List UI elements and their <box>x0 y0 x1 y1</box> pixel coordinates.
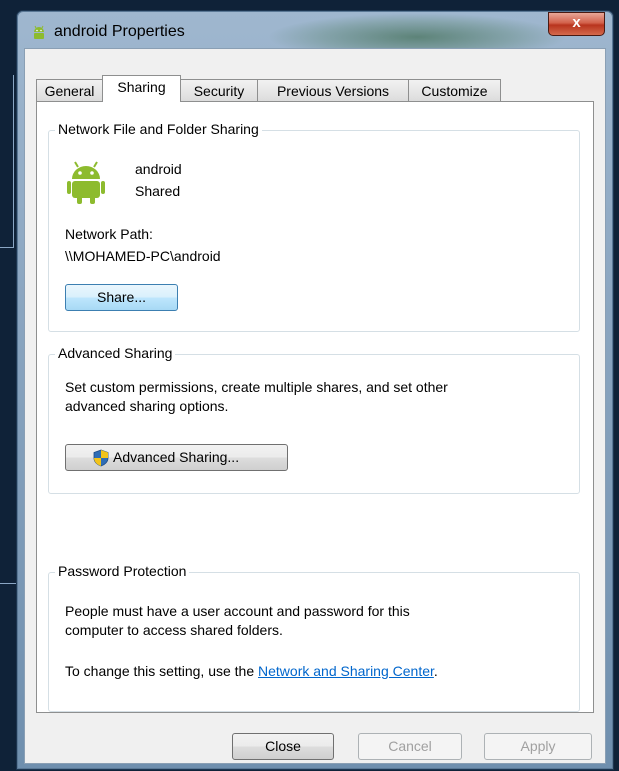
group-title: Advanced Sharing <box>55 345 176 361</box>
password-protection-group: Password Protection People must have a u… <box>48 563 580 712</box>
close-button[interactable]: Close <box>232 733 334 760</box>
group-title: Password Protection <box>55 563 190 579</box>
advanced-sharing-description: advanced sharing options. <box>65 398 229 414</box>
properties-window: android Properties x General Sharing Sec… <box>16 10 614 770</box>
advanced-sharing-group: Advanced Sharing Set custom permissions,… <box>48 345 580 494</box>
android-folder-icon <box>34 25 44 39</box>
close-icon: x <box>572 14 581 31</box>
password-protection-description: People must have a user account and pass… <box>65 603 410 619</box>
annotation-line <box>0 75 14 248</box>
title-bar-glass <box>267 13 567 53</box>
share-button[interactable]: Share... <box>65 284 178 311</box>
share-status: Shared <box>135 183 181 199</box>
close-window-button[interactable]: x <box>548 12 605 36</box>
network-path-value: \\MOHAMED-PC\android <box>65 248 221 264</box>
dialog-client-area: General Sharing Security Previous Versio… <box>24 48 606 764</box>
advanced-sharing-button[interactable]: Advanced Sharing... <box>65 444 288 471</box>
title-bar[interactable]: android Properties x <box>17 11 613 53</box>
password-protection-description: computer to access shared folders. <box>65 622 283 638</box>
change-setting-text: To change this setting, use the Network … <box>65 663 438 679</box>
network-sharing-center-link[interactable]: Network and Sharing Center <box>258 663 434 679</box>
folder-name: android <box>135 161 182 177</box>
group-title: Network File and Folder Sharing <box>55 121 262 137</box>
advanced-sharing-description: Set custom permissions, create multiple … <box>65 379 448 395</box>
uac-shield-icon <box>93 449 109 467</box>
tab-sharing[interactable]: Sharing <box>102 75 181 102</box>
sharing-tab-panel: Network File and Folder Sharing android … <box>36 101 594 713</box>
network-path-label: Network Path: <box>65 226 153 242</box>
change-setting-suffix: . <box>433 663 438 679</box>
tab-security[interactable]: Security <box>180 79 258 101</box>
advanced-sharing-button-label: Advanced Sharing... <box>113 449 240 465</box>
tab-previous-versions[interactable]: Previous Versions <box>257 79 409 101</box>
change-setting-prefix: To change this setting, use the <box>65 663 259 679</box>
apply-button[interactable]: Apply <box>484 733 592 760</box>
android-icon <box>67 161 105 204</box>
tab-general[interactable]: General <box>36 79 103 101</box>
network-sharing-group: Network File and Folder Sharing android … <box>48 121 580 332</box>
tab-customize[interactable]: Customize <box>408 79 501 101</box>
window-title: android Properties <box>54 23 185 40</box>
cancel-button[interactable]: Cancel <box>358 733 462 760</box>
